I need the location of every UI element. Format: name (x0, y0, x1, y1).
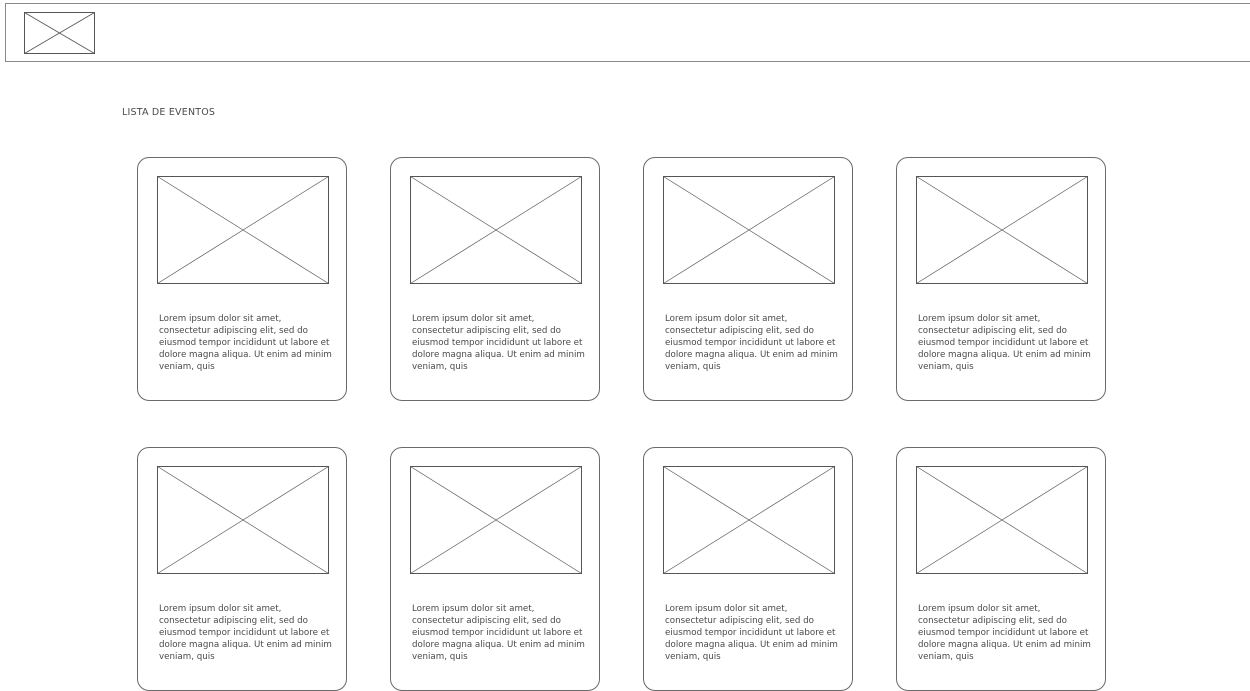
event-description: Lorem ipsum dolor sit amet, consectetur … (665, 604, 838, 662)
event-card[interactable]: Lorem ipsum dolor sit amet, consectetur … (896, 447, 1106, 691)
image-placeholder-icon (157, 176, 329, 284)
event-description: Lorem ipsum dolor sit amet, consectetur … (412, 604, 585, 662)
event-card[interactable]: Lorem ipsum dolor sit amet, consectetur … (137, 447, 347, 691)
image-placeholder-icon (916, 466, 1088, 574)
event-card[interactable]: Lorem ipsum dolor sit amet, consectetur … (896, 157, 1106, 401)
event-description: Lorem ipsum dolor sit amet, consectetur … (159, 314, 332, 372)
event-card[interactable]: Lorem ipsum dolor sit amet, consectetur … (643, 157, 853, 401)
event-card[interactable]: Lorem ipsum dolor sit amet, consectetur … (643, 447, 853, 691)
image-placeholder-icon (663, 176, 835, 284)
image-placeholder-icon (410, 466, 582, 574)
event-description: Lorem ipsum dolor sit amet, consectetur … (412, 314, 585, 372)
event-card[interactable]: Lorem ipsum dolor sit amet, consectetur … (390, 447, 600, 691)
image-placeholder-icon (410, 176, 582, 284)
event-description: Lorem ipsum dolor sit amet, consectetur … (159, 604, 332, 662)
event-card[interactable]: Lorem ipsum dolor sit amet, consectetur … (390, 157, 600, 401)
event-description: Lorem ipsum dolor sit amet, consectetur … (665, 314, 838, 372)
image-placeholder-icon (157, 466, 329, 574)
image-placeholder-icon (663, 466, 835, 574)
page-title: LISTA DE EVENTOS (122, 107, 216, 118)
event-card[interactable]: Lorem ipsum dolor sit amet, consectetur … (137, 157, 347, 401)
header-bar (5, 3, 1250, 62)
logo-placeholder-icon[interactable] (24, 12, 95, 54)
event-description: Lorem ipsum dolor sit amet, consectetur … (918, 314, 1091, 372)
image-placeholder-icon (916, 176, 1088, 284)
event-list: Lorem ipsum dolor sit amet, consectetur … (137, 157, 1106, 691)
event-description: Lorem ipsum dolor sit amet, consectetur … (918, 604, 1091, 662)
